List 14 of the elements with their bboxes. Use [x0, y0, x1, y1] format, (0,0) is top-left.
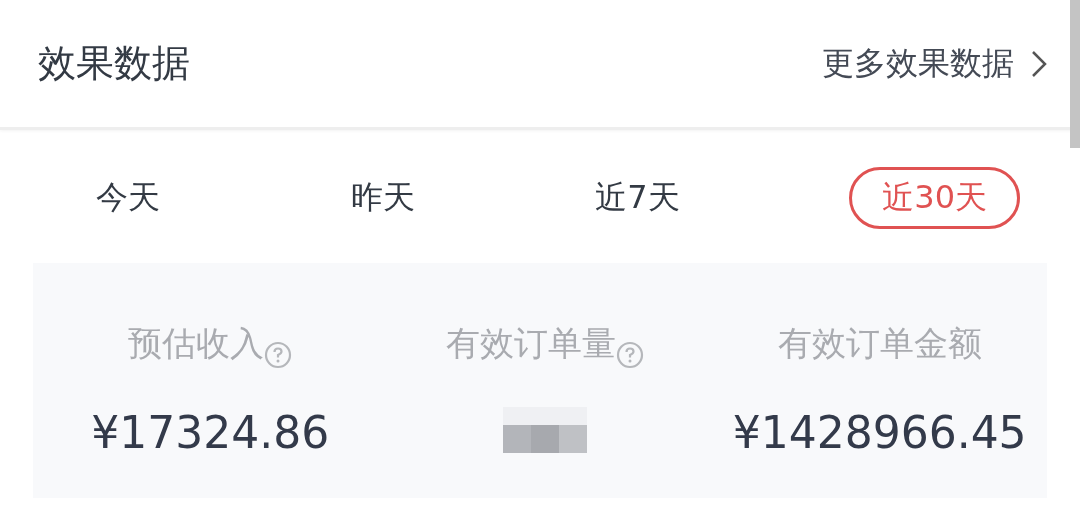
help-icon[interactable]: [616, 341, 644, 369]
more-data-link[interactable]: 更多效果数据: [822, 41, 1048, 86]
metric-label: 有效订单量: [446, 322, 616, 365]
metric-label: 有效订单金额: [777, 322, 982, 365]
date-range-tab[interactable]: 近7天: [562, 167, 713, 229]
date-range-tab[interactable]: 近30天: [849, 167, 1020, 229]
metric-value: ¥1428966.45: [732, 407, 1027, 460]
section-title: 效果数据: [38, 40, 190, 87]
metric-label: 预估收入: [128, 322, 265, 365]
date-range-tab[interactable]: 今天: [62, 167, 193, 229]
date-range-tab[interactable]: 昨天: [317, 167, 448, 229]
chevron-right-icon: [1030, 48, 1048, 79]
metric-value: ¥17324.86: [91, 407, 330, 460]
help-icon[interactable]: [264, 341, 293, 369]
